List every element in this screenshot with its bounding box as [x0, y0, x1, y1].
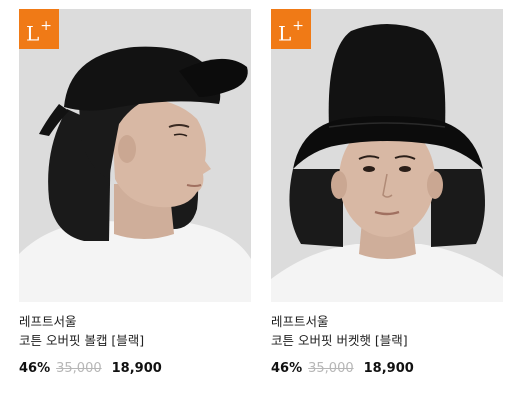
brand-badge: L+ — [19, 9, 59, 49]
product-name[interactable]: 코튼 오버핏 볼캡 [블랙] — [19, 333, 144, 349]
ball-cap-photo — [19, 9, 251, 302]
sale-price: 18,900 — [363, 361, 414, 376]
original-price: 35,000 — [56, 361, 102, 376]
original-price: 35,000 — [308, 361, 354, 376]
product-image-bucket-hat[interactable]: L+ — [271, 9, 503, 302]
product-card-bucket-hat[interactable]: L+ 레프트서울 코튼 오버핏 버켓햇 [블랙] 46% 35,000 18,900 — [271, 9, 503, 376]
discount-rate: 46% — [271, 361, 303, 376]
price-row: 46% 35,000 18,900 — [19, 360, 162, 378]
bucket-hat-photo — [271, 9, 503, 302]
product-card-ball-cap[interactable]: L+ 레프트서울 코튼 오버핏 볼캡 [블랙] 46% 35,000 18,900 — [19, 9, 251, 376]
sale-price: 18,900 — [111, 361, 162, 376]
product-image-ball-cap[interactable]: L+ — [19, 9, 251, 302]
product-name[interactable]: 코튼 오버핏 버켓햇 [블랙] — [271, 333, 408, 349]
discount-rate: 46% — [19, 361, 51, 376]
product-brand[interactable]: 레프트서울 — [271, 314, 329, 330]
product-grid: L+ 레프트서울 코튼 오버핏 볼캡 [블랙] 46% 35,000 18,900 — [0, 0, 518, 405]
product-brand[interactable]: 레프트서울 — [19, 314, 77, 330]
price-row: 46% 35,000 18,900 — [271, 360, 414, 378]
brand-badge: L+ — [271, 9, 311, 49]
